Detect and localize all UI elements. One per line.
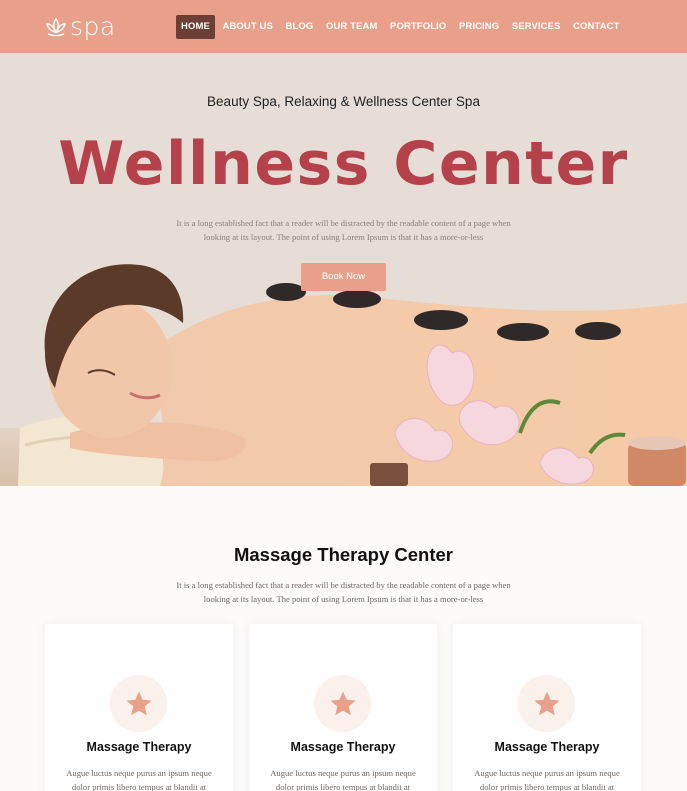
- card-text: Augue luctus neque purus an ipsum neque …: [474, 768, 620, 791]
- star-icon: [126, 691, 151, 715]
- card-title: Massage Therapy: [494, 740, 600, 754]
- hero-title: Wellness Center: [58, 129, 629, 199]
- star-icon: [534, 691, 559, 715]
- book-now-button[interactable]: Book Now: [301, 263, 386, 291]
- services-section: Massage Therapy Center It is a long esta…: [0, 486, 687, 791]
- section-title: Massage Therapy Center: [233, 544, 453, 565]
- nav-contact[interactable]: CONTACT: [568, 15, 624, 39]
- top-navbar: spa HOME ABOUT US BLOG OUR TEAM PORTFOLI…: [0, 0, 687, 53]
- lotus-icon: [46, 17, 66, 37]
- icon-circle: [314, 675, 371, 732]
- nav-our-team[interactable]: OUR TEAM: [321, 15, 382, 39]
- hero-banner: Beauty Spa, Relaxing & Wellness Center S…: [0, 53, 687, 486]
- star-icon: [330, 691, 355, 715]
- nav-portfolio[interactable]: PORTFOLIO: [385, 15, 451, 39]
- card-title: Massage Therapy: [86, 740, 192, 754]
- icon-circle: [518, 675, 575, 732]
- hero-kicker: Beauty Spa, Relaxing & Wellness Center S…: [207, 94, 480, 109]
- nav-blog[interactable]: BLOG: [281, 15, 319, 39]
- card-text: Augue luctus neque purus an ipsum neque …: [66, 768, 212, 791]
- card-text: Augue luctus neque purus an ipsum neque …: [270, 768, 416, 791]
- service-card[interactable]: Massage Therapy Augue luctus neque purus…: [249, 624, 437, 791]
- icon-circle: [110, 675, 167, 732]
- nav-about-us[interactable]: ABOUT US: [218, 15, 278, 39]
- service-card[interactable]: Massage Therapy Augue luctus neque purus…: [45, 624, 233, 791]
- nav-services[interactable]: SERVICES: [507, 15, 566, 39]
- service-card[interactable]: Massage Therapy Augue luctus neque purus…: [453, 624, 641, 791]
- hero-description: It is a long established fact that a rea…: [176, 218, 511, 242]
- main-menu: HOME ABOUT US BLOG OUR TEAM PORTFOLIO PR…: [176, 15, 627, 39]
- logo[interactable]: spa: [44, 14, 116, 40]
- card-title: Massage Therapy: [290, 740, 396, 754]
- section-description: It is a long established fact that a rea…: [176, 580, 511, 604]
- nav-pricing[interactable]: PRICING: [454, 15, 504, 39]
- logo-text: spa: [70, 12, 116, 41]
- nav-home[interactable]: HOME: [176, 15, 215, 39]
